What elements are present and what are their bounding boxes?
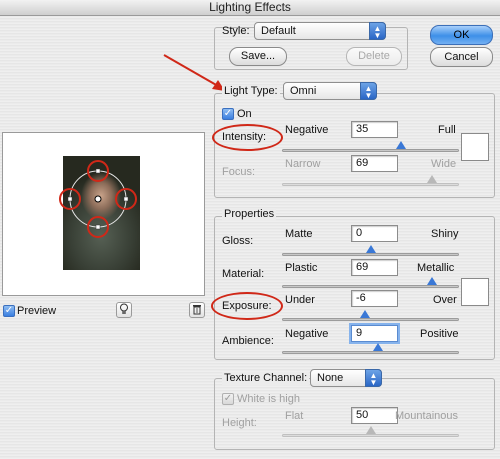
material-field[interactable]: 69 [351,259,398,276]
window-title: Lighting Effects [0,0,500,16]
texture-channel-select[interactable]: None ▲ ▼ [310,369,382,387]
white-is-high-checkbox[interactable]: ✓ [222,393,234,405]
texture-channel-select-value: None [317,372,344,384]
intensity-label: Intensity: [222,131,267,143]
on-label: On [237,108,252,120]
exposure-slider-track[interactable] [282,318,459,321]
ambience-label: Ambience: [222,335,274,347]
trash-glyph [193,305,201,315]
style-select[interactable]: Default ▲ ▼ [254,22,386,40]
exposure-min-label: Under [285,294,315,306]
style-select-value: Default [261,25,296,37]
height-field[interactable]: 50 [351,407,398,424]
intensity-max-label: Full [438,124,456,136]
light-type-label: Light Type: [222,85,280,98]
height-slider-thumb[interactable] [365,426,376,434]
material-slider-track[interactable] [282,285,459,288]
material-min-label: Plastic [285,262,318,274]
save-button[interactable]: Save... [229,47,287,66]
intensity-field[interactable]: 35 [351,121,398,138]
gloss-slider-thumb[interactable] [365,245,376,253]
exposure-field[interactable]: -6 [351,290,398,307]
ok-button[interactable]: OK [430,25,493,45]
light-type-select-value: Omni [290,85,317,97]
ambience-max-label: Positive [420,328,459,340]
trash-icon[interactable] [189,302,205,318]
preview-checkbox[interactable]: ✓ [3,305,15,317]
focus-min-label: Narrow [285,158,321,170]
on-checkbox[interactable]: ✓ [222,108,234,120]
light-bulb-glyph [120,303,128,314]
style-label: Style: [222,25,250,37]
material-slider-thumb[interactable] [426,277,437,285]
height-label: Height: [222,417,257,429]
delete-button[interactable]: Delete [346,47,402,66]
intensity-slider-track[interactable] [282,149,459,152]
texture-channel-label: Texture Channel: [222,372,310,385]
height-min-label: Flat [285,410,304,422]
material-max-label: Metallic [417,262,455,274]
exposure-max-label: Over [433,294,457,306]
material-label: Material: [222,268,265,280]
intensity-slider-thumb[interactable] [396,141,407,149]
light-color-swatch[interactable] [461,133,489,161]
ambience-slider-thumb[interactable] [373,343,384,351]
intensity-min-label: Negative [285,124,329,136]
focus-field[interactable]: 69 [351,155,398,172]
up-down-arrows-icon: ▲ ▼ [369,22,386,40]
gloss-field[interactable]: 0 [351,225,398,242]
focus-slider-track[interactable] [282,183,459,186]
ambience-slider-track[interactable] [282,351,459,354]
light-type-select[interactable]: Omni ▲ ▼ [283,82,377,100]
focus-slider-thumb[interactable] [426,175,437,183]
exposure-slider-thumb[interactable] [360,310,371,318]
cancel-button[interactable]: Cancel [430,47,493,67]
exposure-label: Exposure: [222,300,272,312]
gloss-label: Gloss: [222,235,254,247]
ambience-field[interactable]: 9 [351,325,398,342]
annotation-arrow [163,54,225,91]
light-bulb-icon[interactable] [116,302,132,318]
up-down-arrows-icon: ▲ ▼ [365,369,382,387]
height-slider-track[interactable] [282,434,459,437]
preview-label: Preview [17,305,57,317]
gloss-max-label: Shiny [431,228,459,240]
white-is-high-label: White is high [237,393,300,405]
gloss-slider-track[interactable] [282,253,459,256]
light-position-overlay[interactable] [55,150,145,240]
up-down-arrows-icon: ▲ ▼ [360,82,377,100]
properties-title: Properties [222,208,277,221]
focus-label: Focus: [222,166,256,178]
ambience-min-label: Negative [285,328,329,340]
height-max-label: Mountainous [395,410,458,422]
gloss-min-label: Matte [285,228,313,240]
focus-max-label: Wide [431,158,457,170]
ambient-color-swatch[interactable] [461,278,489,306]
